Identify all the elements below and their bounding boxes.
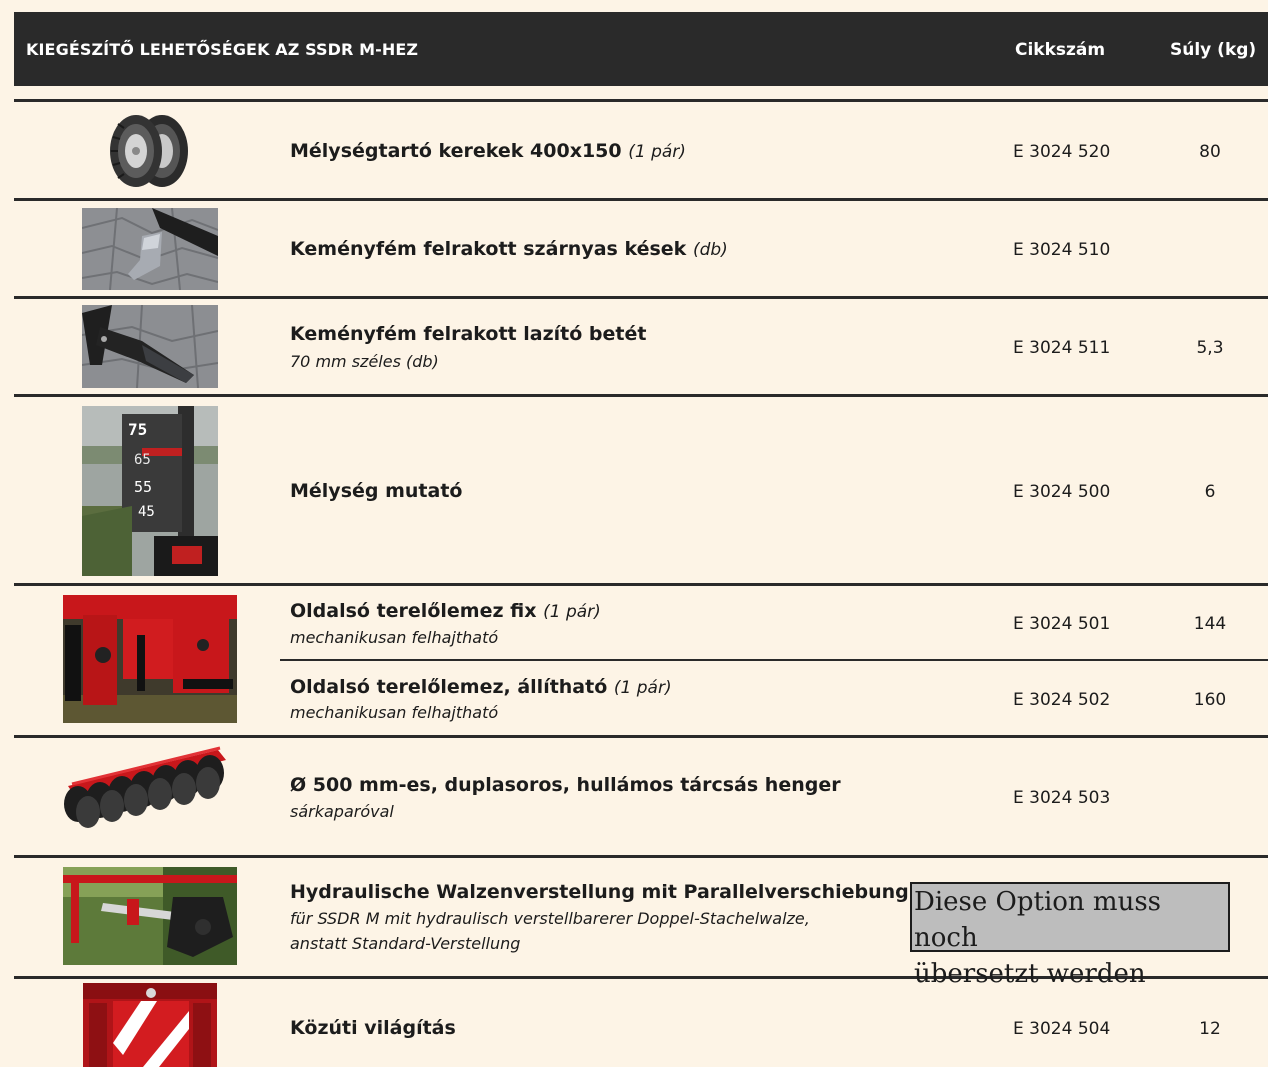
article-number: E 3024 504 xyxy=(1013,1019,1111,1039)
row-divider xyxy=(280,659,1268,661)
item-title: Hydraulische Walzenverstellung mit Paral… xyxy=(290,881,909,903)
item-subtitle: 70 mm széles (db) xyxy=(290,352,439,371)
weight-value: 144 xyxy=(1193,614,1227,634)
row-divider xyxy=(14,198,1268,201)
item-subtitle: mechanikusan felhajtható xyxy=(290,628,499,647)
table-header: KIEGÉSZÍTŐ LEHETŐSÉGEK AZ SSDR M-HEZ Cik… xyxy=(14,12,1268,86)
side-deflector-photo xyxy=(63,595,237,723)
depth-scale-label: 45 xyxy=(138,504,155,520)
translation-note-line: Diese Option muss noch xyxy=(914,887,1162,953)
column-header-weight: Súly (kg) xyxy=(1170,40,1257,60)
translation-note-box: Diese Option muss noch übersetzt werden xyxy=(910,882,1230,989)
road-lighting-photo xyxy=(83,983,217,1067)
loosening-tine-photo xyxy=(82,305,218,388)
item-subtitle: für SSDR M mit hydraulisch verstellbarer… xyxy=(290,909,810,928)
item-subtitle: anstatt Standard-Verstellung xyxy=(290,934,521,953)
row-divider xyxy=(14,394,1268,397)
depth-scale-label: 65 xyxy=(134,452,151,468)
item-title: Ø 500 mm-es, duplasoros, hullámos tárcsá… xyxy=(290,774,841,796)
item-title: Mélységtartó kerekek 400x150 (1 pár) xyxy=(290,140,686,162)
article-number: E 3024 510 xyxy=(1013,240,1111,260)
item-subtitle: sárkaparóval xyxy=(290,802,394,821)
item-title: Közúti világítás xyxy=(290,1017,456,1039)
item-title: Oldalsó terelőlemez fix (1 pár) xyxy=(290,600,601,622)
article-number: E 3024 520 xyxy=(1013,142,1111,162)
item-title: Keményfém felrakott szárnyas kések (db) xyxy=(290,238,728,260)
item-subtitle: mechanikusan felhajtható xyxy=(290,703,499,722)
row-divider xyxy=(14,296,1268,299)
article-number: E 3024 502 xyxy=(1013,690,1111,710)
hydraulic-roller-photo xyxy=(63,867,237,965)
row-divider xyxy=(14,99,1268,102)
depth-indicator-photo: 75 65 55 45 xyxy=(82,406,218,576)
depth-scale-label: 75 xyxy=(128,420,148,439)
row-divider xyxy=(14,735,1268,738)
tire-pair-icon xyxy=(108,112,190,190)
weight-value: 6 xyxy=(1204,482,1216,502)
article-number: E 3024 511 xyxy=(1013,338,1111,358)
row-divider xyxy=(14,855,1268,858)
item-title: Mélység mutató xyxy=(290,480,463,502)
item-title: Keményfém felrakott lazító betét xyxy=(290,323,647,345)
article-number: E 3024 503 xyxy=(1013,788,1111,808)
translation-note-line: übersetzt werden xyxy=(914,959,1146,989)
table-title: KIEGÉSZÍTŐ LEHETŐSÉGEK AZ SSDR M-HEZ xyxy=(26,40,419,59)
weight-value: 160 xyxy=(1193,690,1227,710)
weight-value: 12 xyxy=(1199,1019,1221,1039)
article-number: E 3024 501 xyxy=(1013,614,1111,634)
row-divider xyxy=(14,583,1268,586)
weight-value: 80 xyxy=(1199,142,1221,162)
weight-value: 5,3 xyxy=(1196,338,1224,358)
item-title: Oldalsó terelőlemez, állítható (1 pár) xyxy=(290,676,672,698)
winged-blade-photo xyxy=(82,208,218,290)
column-header-article: Cikkszám xyxy=(1015,40,1106,60)
depth-scale-label: 55 xyxy=(134,478,153,496)
article-number: E 3024 500 xyxy=(1013,482,1111,502)
disc-roller-photo xyxy=(58,746,230,830)
